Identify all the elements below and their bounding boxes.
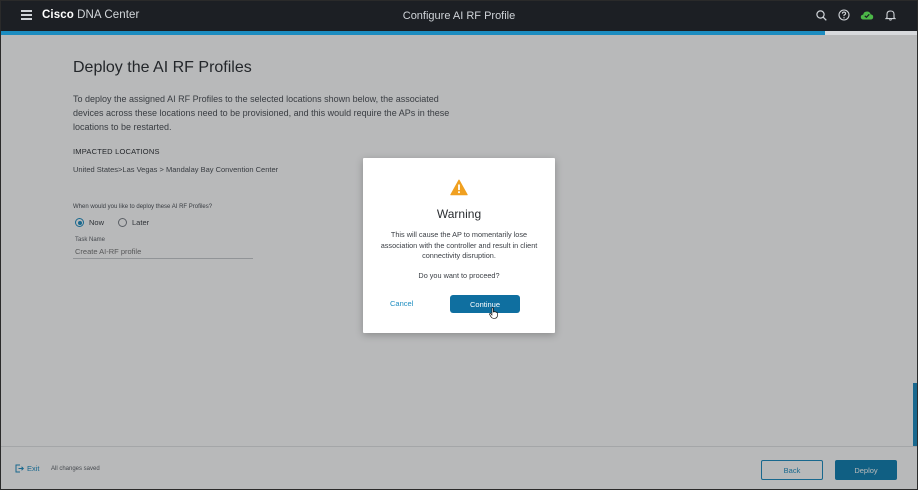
continue-button[interactable]: Continue xyxy=(450,295,520,313)
dialog-message: This will cause the AP to momentarily lo… xyxy=(380,230,538,260)
warning-dialog: Warning This will cause the AP to moment… xyxy=(363,158,555,333)
help-icon[interactable] xyxy=(837,8,851,22)
dialog-question: Do you want to proceed? xyxy=(418,271,500,280)
header-title: Configure AI RF Profile xyxy=(402,10,516,22)
hand-cursor-icon xyxy=(489,307,498,319)
cloud-status-icon[interactable] xyxy=(860,8,874,22)
app-window: Cisco DNA Center Configure AI RF Profile… xyxy=(0,0,918,490)
search-icon[interactable] xyxy=(814,8,828,22)
warning-icon xyxy=(450,179,468,196)
dialog-title: Warning xyxy=(436,207,482,221)
header-icons xyxy=(814,8,897,22)
top-navigation-bar: Cisco DNA Center Configure AI RF Profile xyxy=(1,1,917,31)
cancel-button[interactable]: Cancel xyxy=(390,299,413,308)
bell-icon[interactable] xyxy=(883,8,897,22)
